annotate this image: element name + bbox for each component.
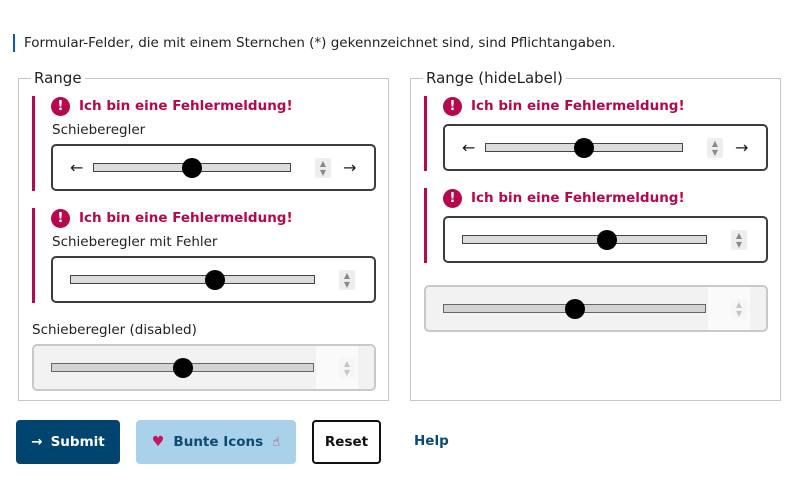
range-field-with-icons: ! Ich bin eine Fehlermeldung! Schiebereg… (32, 96, 378, 191)
range-fieldset: Range ! Ich bin eine Fehlermeldung! Schi… (18, 69, 389, 401)
reset-label: Reset (324, 434, 369, 450)
range-thumb (172, 357, 193, 378)
error-icon: ! (51, 96, 70, 116)
error-icon: ! (443, 96, 462, 116)
fieldset-legend: Range (31, 69, 85, 87)
range-track[interactable] (70, 274, 315, 284)
field-label: Schieberegler (52, 122, 146, 138)
stepper-icon[interactable]: ▲ ▼ (731, 229, 747, 250)
error-indicator-bar (32, 208, 35, 303)
bunte-icons-label: Bunte Icons (173, 434, 264, 450)
arrow-right-icon: → (31, 434, 43, 450)
field-label: Schieberegler (disabled) (32, 322, 197, 338)
range-input-wrapper: ▲ ▼ (51, 256, 376, 303)
range-input-disabled: ▲ ▼ (32, 344, 376, 391)
error-message: ! Ich bin eine Fehlermeldung! (443, 96, 685, 116)
range-thumb (564, 298, 585, 319)
range-thumb[interactable] (574, 137, 594, 158)
error-indicator-bar (32, 96, 35, 191)
error-message: ! Ich bin eine Fehlermeldung! (51, 96, 293, 116)
submit-label: Submit (50, 434, 105, 450)
bunte-icons-button[interactable]: ♥ Bunte Icons ☝ (136, 420, 296, 464)
stepper-icon[interactable]: ▲ ▼ (315, 157, 331, 178)
help-link[interactable]: Help (414, 433, 449, 449)
arrow-left-icon: ← (70, 157, 84, 177)
range-thumb[interactable] (596, 229, 617, 250)
stepper-icon[interactable]: ▲ ▼ (707, 137, 723, 158)
stepper-icon: ▲ ▼ (731, 298, 747, 319)
error-text: Ich bin eine Fehlermeldung! (79, 210, 293, 226)
stepper-icon[interactable]: ▲ ▼ (339, 269, 355, 290)
arrow-left-icon: ← (462, 137, 476, 157)
range-thumb[interactable] (204, 269, 225, 290)
error-icon: ! (51, 208, 70, 228)
range-input-wrapper: ← ▲ ▼ → (51, 144, 376, 191)
range-field-with-error: ! Ich bin eine Fehlermeldung! Schiebereg… (32, 208, 378, 303)
field-label: Schieberegler mit Fehler (52, 234, 218, 250)
error-message: ! Ich bin eine Fehlermeldung! (443, 188, 685, 208)
stepper-icon: ▲ ▼ (339, 357, 355, 378)
error-text: Ich bin eine Fehlermeldung! (471, 190, 685, 206)
hand-icon: ☝ (272, 434, 281, 450)
error-text: Ich bin eine Fehlermeldung! (471, 98, 685, 114)
range-input-wrapper: ← ▲ ▼ → (443, 124, 768, 171)
error-icon: ! (443, 188, 462, 208)
range-field-with-icons: ! Ich bin eine Fehlermeldung! ← ▲ ▼ → (424, 96, 770, 171)
range-thumb[interactable] (182, 157, 202, 178)
range-field-with-error: ! Ich bin eine Fehlermeldung! ▲ ▼ (424, 188, 770, 263)
range-track[interactable] (462, 234, 707, 244)
error-message: ! Ich bin eine Fehlermeldung! (51, 208, 293, 228)
reset-button[interactable]: Reset (312, 420, 381, 464)
fieldset-legend: Range (hideLabel) (423, 69, 566, 87)
range-input-wrapper: ▲ ▼ (443, 216, 768, 263)
error-indicator-bar (424, 188, 427, 263)
range-fieldset-hidelabel: Range (hideLabel) ! Ich bin eine Fehlerm… (410, 69, 781, 401)
arrow-right-icon: → (735, 137, 749, 157)
heart-icon: ♥ (151, 434, 165, 450)
required-fields-hint: Formular-Felder, die mit einem Sternchen… (13, 34, 616, 52)
submit-button[interactable]: → Submit (16, 420, 120, 464)
range-input-disabled: ▲ ▼ (424, 285, 768, 332)
error-indicator-bar (424, 96, 427, 171)
arrow-right-icon: → (343, 157, 357, 177)
error-text: Ich bin eine Fehlermeldung! (79, 98, 293, 114)
